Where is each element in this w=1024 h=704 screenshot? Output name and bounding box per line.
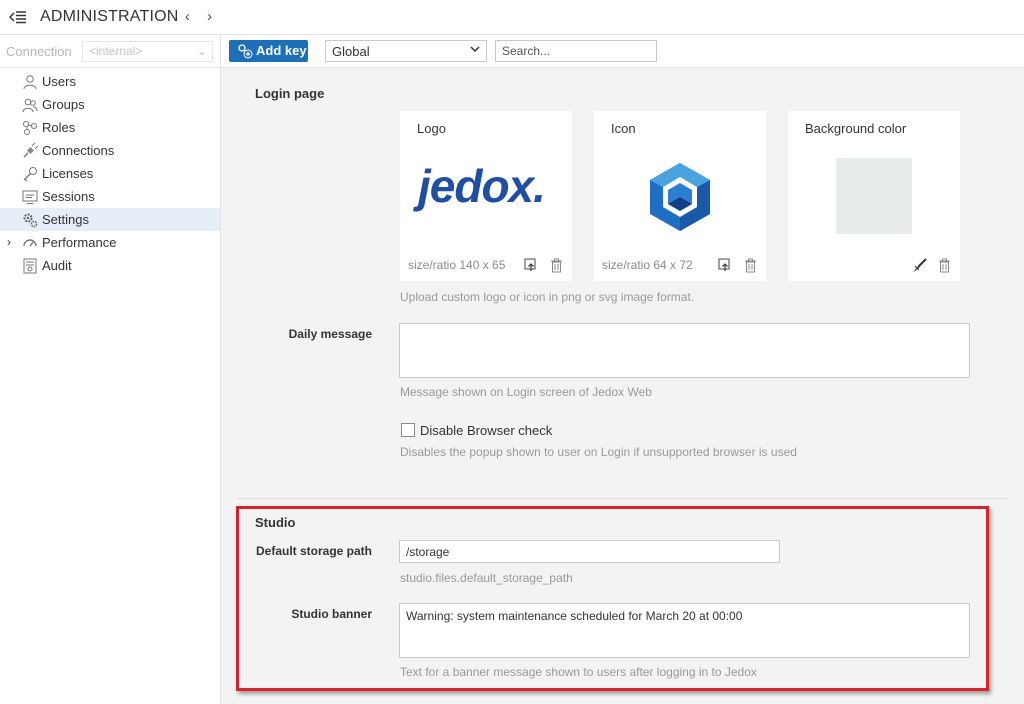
scope-value: Global (332, 44, 370, 59)
roles-icon (22, 120, 38, 136)
sidebar-item-performance[interactable]: › Performance (0, 231, 220, 254)
storage-path-hint: studio.files.default_storage_path (400, 571, 573, 585)
app-header: ADMINISTRATION ‹ › (0, 0, 1024, 35)
sidebar-collapse-icon[interactable] (8, 9, 27, 25)
paint-brush-icon[interactable] (912, 258, 928, 273)
toolbar: Add key Global (221, 35, 1024, 68)
icon-card-title: Icon (611, 121, 636, 136)
add-key-icon (238, 44, 253, 59)
connection-value: <internal> (89, 44, 143, 58)
app-title: ADMINISTRATION (40, 8, 179, 25)
sidebar-item-label: Roles (42, 120, 76, 135)
search-input[interactable] (495, 40, 657, 62)
daily-message-label: Daily message (288, 327, 372, 341)
trash-icon[interactable] (937, 258, 952, 273)
default-storage-path-field[interactable] (399, 540, 780, 563)
forward-arrow-icon[interactable]: › (207, 8, 212, 25)
sidebar-item-label: Licenses (42, 166, 94, 181)
daily-message-field[interactable] (399, 323, 970, 378)
scope-select[interactable]: Global (325, 40, 487, 62)
jedox-logo: jedox. (418, 160, 546, 212)
gear-icon (22, 212, 38, 228)
settings-content: Login page Logo jedox. size/ratio 140 x … (221, 68, 1024, 704)
gauge-icon (22, 235, 38, 251)
logo-card-title: Logo (417, 121, 446, 136)
studio-banner-hint: Text for a banner message shown to users… (400, 665, 757, 679)
settings-tree: Users Groups Roles Connections Licenses (0, 70, 220, 277)
trash-icon[interactable] (743, 258, 758, 273)
trash-icon[interactable] (549, 258, 564, 273)
background-color-swatch[interactable] (836, 158, 912, 234)
group-icon (22, 97, 38, 113)
chevron-down-icon (470, 44, 480, 56)
sidebar-item-label: Sessions (42, 189, 95, 204)
add-key-label: Add key (256, 43, 307, 58)
upload-icon[interactable] (524, 258, 539, 273)
background-color-card: Background color (788, 111, 960, 281)
add-key-button[interactable]: Add key (229, 40, 308, 62)
icon-size-ratio: size/ratio 64 x 72 (602, 258, 693, 272)
sidebar-item-users[interactable]: Users (0, 70, 220, 93)
sidebar-item-roles[interactable]: Roles (0, 116, 220, 139)
section-title-login-page: Login page (255, 86, 325, 101)
icon-card: Icon size/ratio 64 x 72 (594, 111, 766, 281)
sidebar-item-sessions[interactable]: Sessions (0, 185, 220, 208)
studio-panel: Studio Default storage path studio.files… (237, 508, 1008, 693)
studio-banner-label: Studio banner (291, 607, 372, 621)
sidebar-item-label: Audit (42, 258, 72, 273)
chevron-right-icon[interactable]: › (7, 231, 11, 254)
chevron-down-icon: ⌄ (196, 44, 207, 58)
audit-icon (22, 258, 38, 274)
sidebar-item-label: Performance (42, 235, 117, 250)
connection-label: Connection (6, 44, 72, 59)
sidebar-item-label: Groups (42, 97, 85, 112)
sidebar-item-groups[interactable]: Groups (0, 93, 220, 116)
sidebar: Connection <internal> ⌄ Users Groups Rol… (0, 35, 221, 704)
connection-row: Connection <internal> ⌄ (0, 35, 221, 68)
sidebar-item-label: Users (42, 74, 76, 89)
logo-card: Logo jedox. size/ratio 140 x 65 (400, 111, 572, 281)
sidebar-item-audit[interactable]: Audit (0, 254, 220, 277)
default-storage-path-label: Default storage path (255, 544, 372, 558)
key-icon (22, 166, 38, 182)
background-card-title: Background color (805, 121, 907, 136)
section-title-studio: Studio (255, 515, 296, 530)
plug-icon (22, 142, 39, 159)
section-divider (237, 498, 1008, 499)
daily-message-hint: Message shown on Login screen of Jedox W… (400, 385, 652, 399)
user-icon (22, 74, 38, 90)
back-arrow-icon[interactable]: ‹ (185, 8, 190, 25)
logo-size-ratio: size/ratio 140 x 65 (408, 258, 506, 272)
login-page-panel: Login page Logo jedox. size/ratio 140 x … (237, 68, 1008, 485)
studio-banner-field[interactable]: Warning: system maintenance scheduled fo… (399, 603, 970, 658)
jedox-hexagon-icon (646, 161, 714, 236)
disable-browser-check-label: Disable Browser check (420, 423, 553, 438)
upload-hint: Upload custom logo or icon in png or svg… (400, 290, 695, 304)
sidebar-item-label: Connections (42, 143, 115, 158)
sidebar-item-settings[interactable]: Settings (0, 208, 220, 231)
browser-check-hint: Disables the popup shown to user on Logi… (400, 445, 797, 459)
sidebar-item-label: Settings (42, 212, 89, 227)
disable-browser-check-checkbox[interactable] (401, 423, 415, 437)
sidebar-item-licenses[interactable]: Licenses (0, 162, 220, 185)
monitor-icon (22, 189, 38, 205)
connection-select[interactable]: <internal> ⌄ (82, 41, 213, 62)
sidebar-item-connections[interactable]: Connections (0, 139, 220, 162)
upload-icon[interactable] (718, 258, 733, 273)
